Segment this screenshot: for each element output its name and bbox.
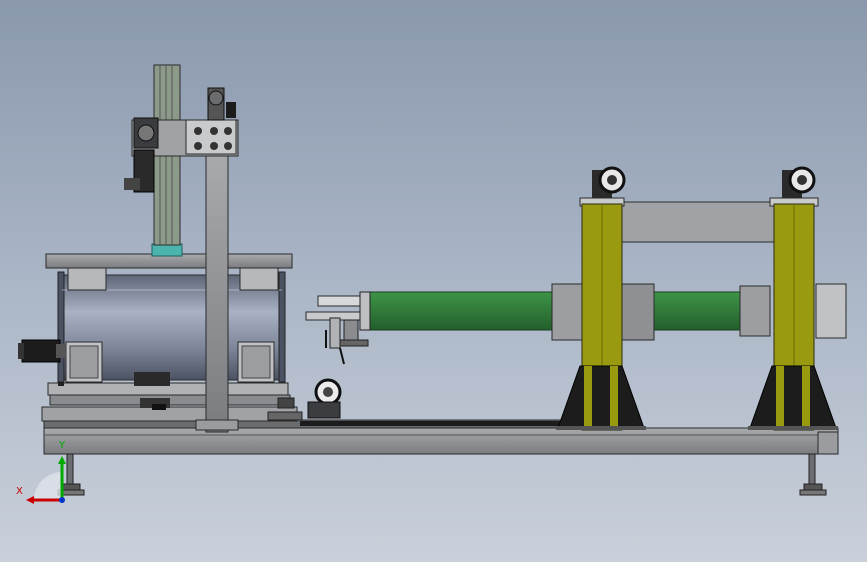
cad-viewport[interactable]: X Y xyxy=(0,0,867,562)
left-carriage[interactable] xyxy=(41,380,303,422)
column-bracket-right xyxy=(748,365,838,430)
base-frame[interactable] xyxy=(43,419,839,455)
column-motor-right[interactable] xyxy=(782,166,816,198)
y-axis-label: Y xyxy=(59,440,66,451)
torch-head[interactable] xyxy=(305,295,369,365)
column-motor-left[interactable] xyxy=(592,166,626,198)
x-axis-label: X xyxy=(16,486,23,497)
servo-motor-left[interactable] xyxy=(18,339,66,363)
machine-assembly-drawing[interactable] xyxy=(0,0,867,562)
support-roller-center xyxy=(307,378,342,419)
drum-roller-left xyxy=(65,341,103,383)
drum-roller-right xyxy=(237,341,275,383)
column-bracket-left xyxy=(556,365,646,430)
axis-triad xyxy=(26,456,66,504)
leveling-foot-right xyxy=(799,453,827,496)
